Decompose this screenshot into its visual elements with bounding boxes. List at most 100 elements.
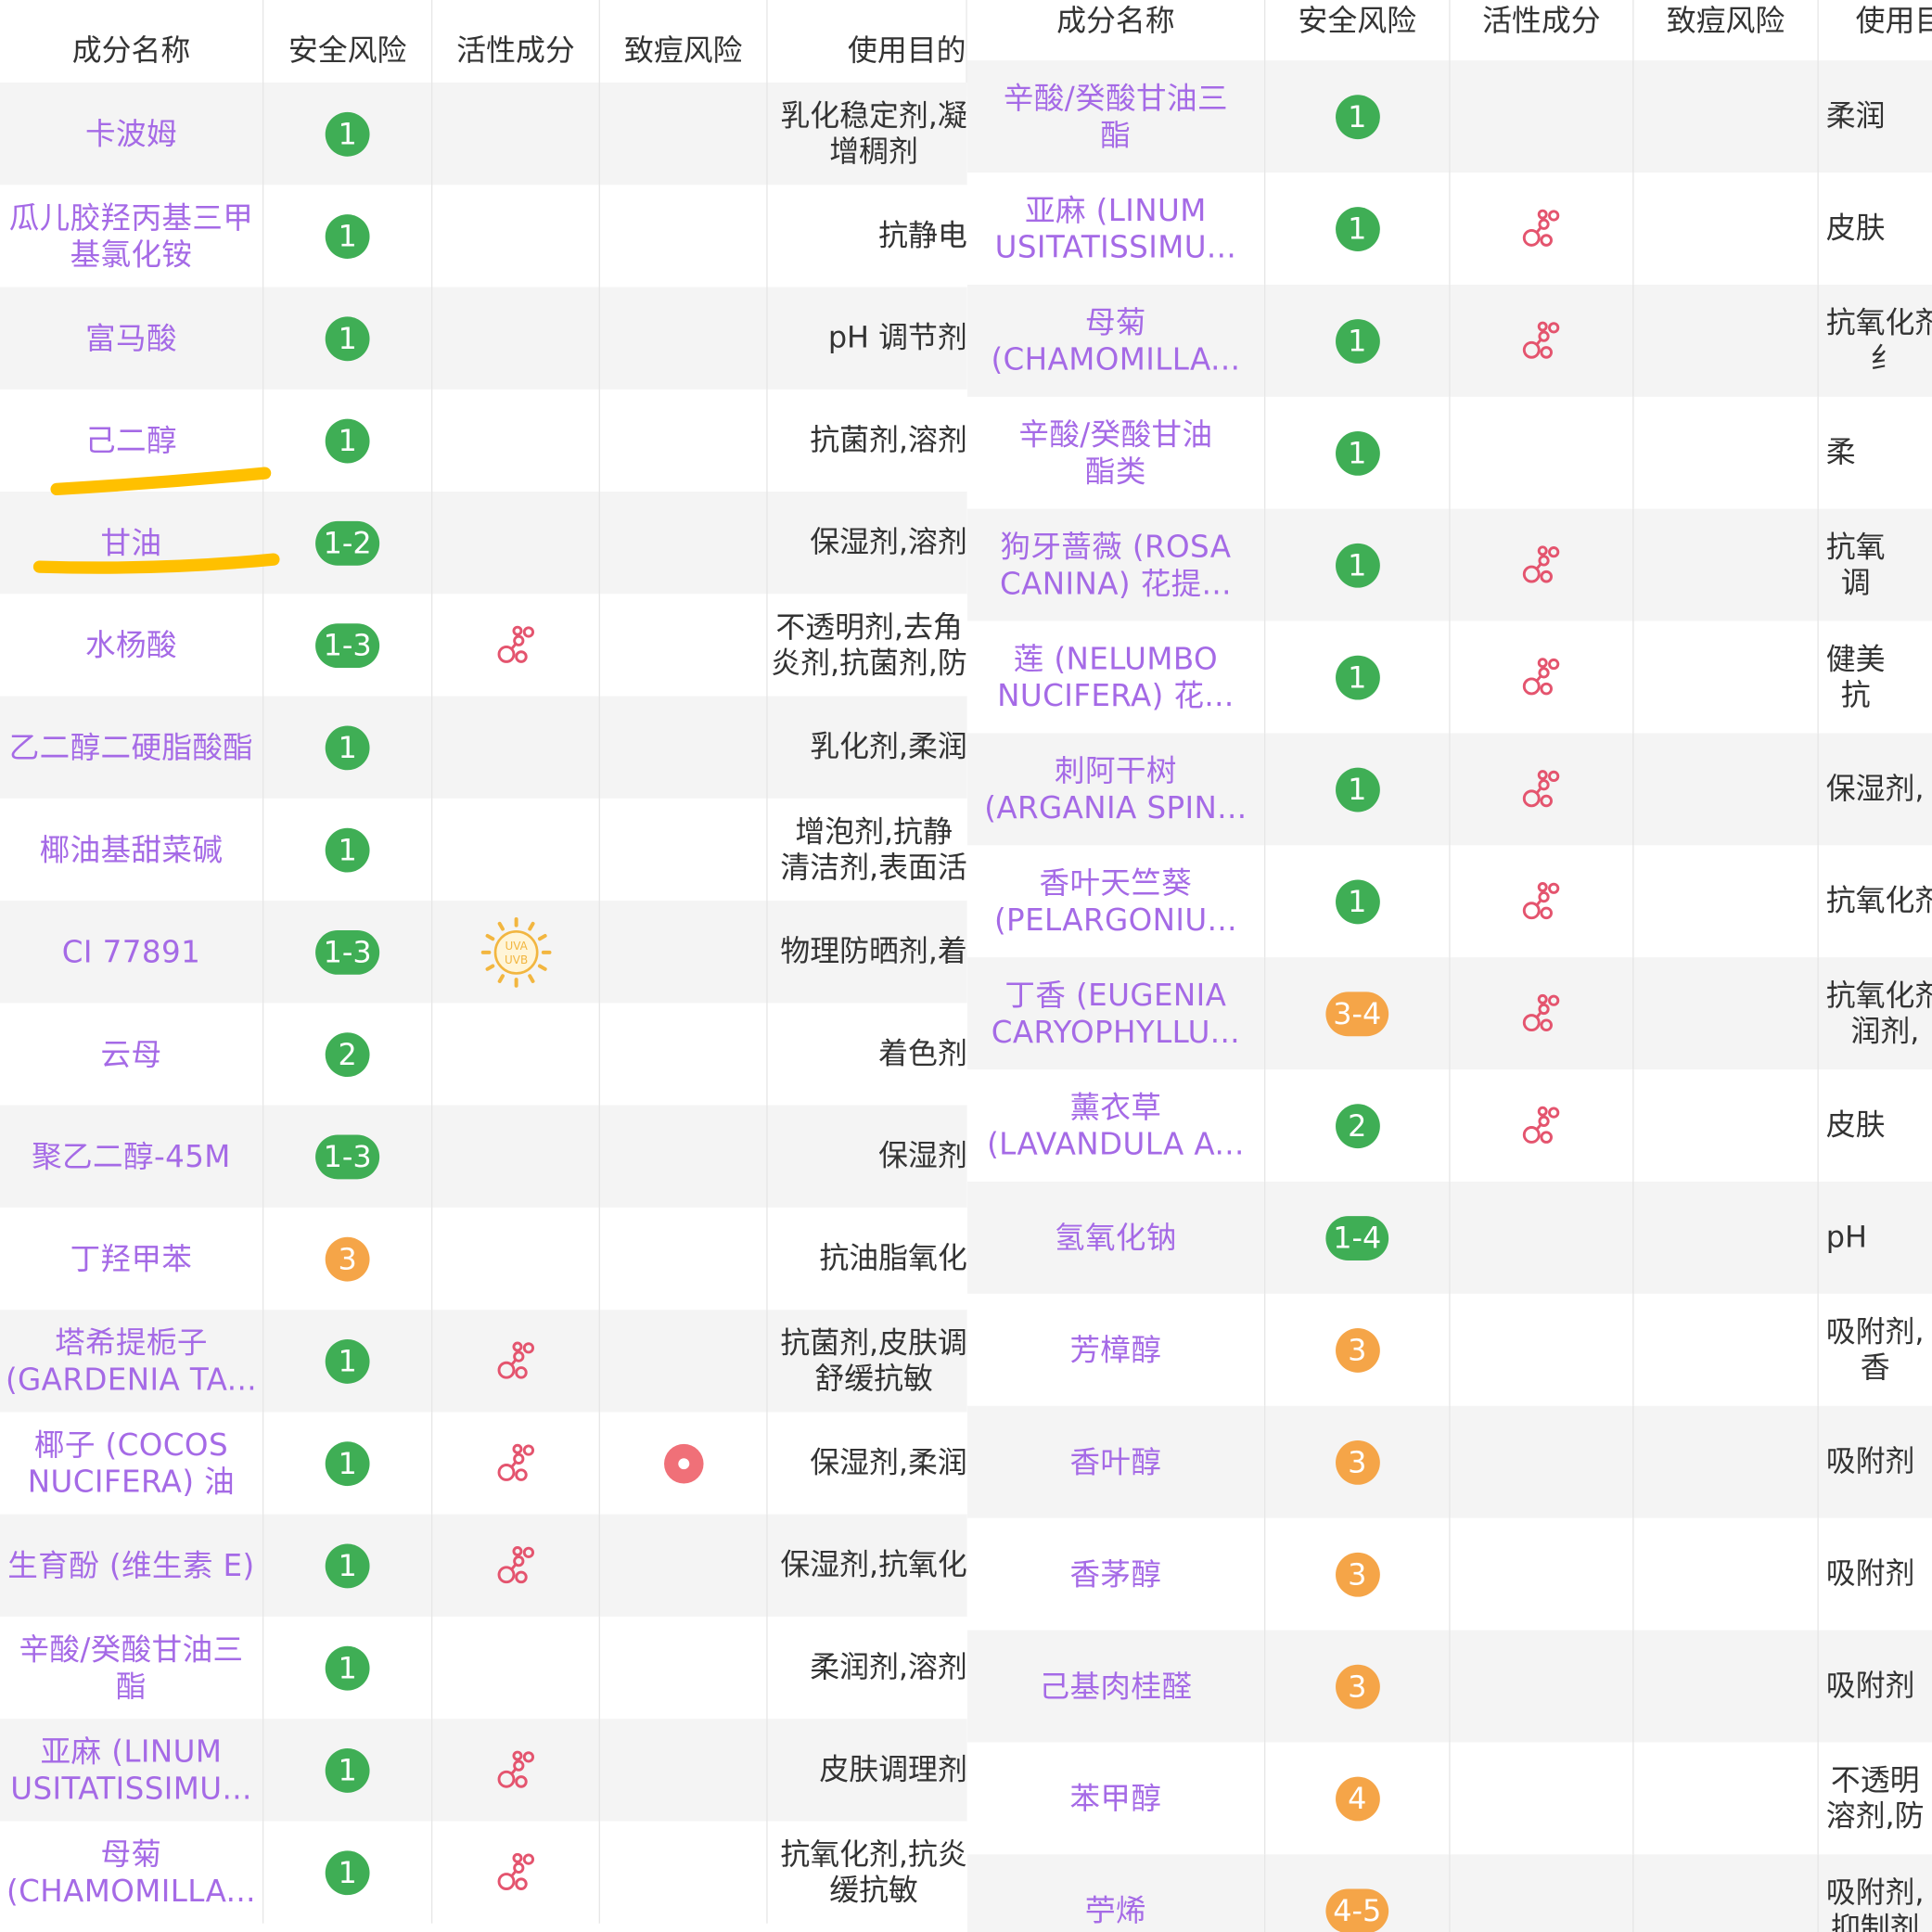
- safety-cell: 1: [1265, 397, 1450, 509]
- ingredient-name-link[interactable]: 苧烯: [1085, 1892, 1146, 1929]
- header-active-ingredient[interactable]: 活性成分: [432, 0, 600, 94]
- table-row[interactable]: 塔希提栀子 (GARDENIA TA...1抗菌剂,皮肤调 舒缓抗敏: [0, 1310, 967, 1412]
- ingredient-name-link[interactable]: 聚乙二醇-45M: [32, 1138, 231, 1175]
- header-purpose[interactable]: 使用目的: [768, 0, 967, 94]
- table-row[interactable]: 香叶天竺葵 (PELARGONIU...1抗氧化剂: [967, 845, 1932, 957]
- header-purpose[interactable]: 使用目的: [1819, 0, 1932, 64]
- table-row[interactable]: 己二醇1抗菌剂,溶剂: [0, 390, 967, 492]
- ingredient-name-link[interactable]: 己基肉桂醛: [1040, 1668, 1193, 1705]
- purpose-cell: 不透明剂,去角 炎剂,抗菌剂,防: [768, 594, 967, 696]
- ingredient-name-link[interactable]: 苯甲醇: [1069, 1780, 1161, 1817]
- header-acne-risk[interactable]: 致痘风险: [600, 0, 768, 94]
- table-row[interactable]: 乙二醇二硬脂酸酯1乳化剂,柔润: [0, 697, 967, 799]
- table-row[interactable]: 亚麻 (LINUM USITATISSIMU...1皮肤: [967, 173, 1932, 285]
- safety-cell: 3: [1265, 1406, 1450, 1518]
- ingredient-name-link[interactable]: 椰油基甜菜碱: [40, 831, 224, 868]
- table-row[interactable]: 氢氧化钠1-4pH: [967, 1182, 1932, 1294]
- ingredient-name-link[interactable]: 丁羟甲苯: [70, 1240, 193, 1277]
- ingredient-name-link[interactable]: 生育酚 (维生素 E): [7, 1547, 254, 1584]
- table-row[interactable]: CI 778911-3UVAUVB物理防晒剂,着: [0, 901, 967, 1003]
- table-row[interactable]: 瓜儿胶羟丙基三甲 基氯化铵1抗静电: [0, 185, 967, 287]
- header-safety-risk[interactable]: 安全风险: [1265, 0, 1450, 64]
- name-cell: 椰子 (COCOS NUCIFERA) 油: [0, 1412, 263, 1514]
- ingredient-name-link[interactable]: 亚麻 (LINUM USITATISSIMU...: [995, 192, 1236, 266]
- safety-cell: 1: [263, 288, 432, 390]
- table-row[interactable]: 己基肉桂醛3吸附剂: [967, 1631, 1932, 1743]
- table-row[interactable]: 丁香 (EUGENIA CARYOPHYLLU...3-4抗氧化剂 润剂,: [967, 957, 1932, 1069]
- table-row[interactable]: 甘油1-2保湿剂,溶剂: [0, 492, 967, 594]
- purpose-text: 抗静电: [878, 218, 967, 254]
- table-row[interactable]: 刺阿干树 (ARGANIA SPIN...1保湿剂,: [967, 733, 1932, 845]
- ingredient-name-link[interactable]: CI 77891: [62, 933, 200, 970]
- ingredient-name-link[interactable]: 甘油: [101, 524, 162, 561]
- header-active-ingredient[interactable]: 活性成分: [1451, 0, 1634, 64]
- table-row[interactable]: 香茅醇3吸附剂: [967, 1518, 1932, 1631]
- table-row[interactable]: 辛酸/癸酸甘油三 酯1柔润剂,溶剂: [0, 1617, 967, 1719]
- table-row[interactable]: 苯甲醇4不透明 溶剂,防: [967, 1742, 1932, 1854]
- safety-risk-badge: 1-3: [316, 1134, 379, 1179]
- purpose-text: 乳化剂,柔润: [810, 729, 967, 765]
- ingredient-name-link[interactable]: 母菊 (CHAMOMILLA...: [6, 1836, 256, 1910]
- ingredient-name-link[interactable]: 己二醇: [85, 422, 177, 459]
- ingredient-name-link[interactable]: 芳樟醇: [1069, 1331, 1161, 1368]
- acne-cell: [1634, 957, 1819, 1069]
- ingredient-name-link[interactable]: 乙二醇二硬脂酸酯: [9, 729, 254, 766]
- table-row[interactable]: 母菊 (CHAMOMILLA...1抗氧化剂 纟: [967, 285, 1932, 397]
- table-row[interactable]: 卡波姆1乳化稳定剂,凝 增稠剂: [0, 83, 967, 185]
- table-row[interactable]: 水杨酸1-3不透明剂,去角 炎剂,抗菌剂,防: [0, 594, 967, 696]
- table-row[interactable]: 丁羟甲苯3抗油脂氧化: [0, 1208, 967, 1310]
- header-name[interactable]: 成分名称: [0, 0, 263, 94]
- table-row[interactable]: 母菊 (CHAMOMILLA...1抗氧化剂,抗炎 缓抗敏: [0, 1821, 967, 1923]
- acne-cell: [600, 1412, 768, 1514]
- ingredient-name-link[interactable]: 香叶醇: [1069, 1443, 1161, 1480]
- table-row[interactable]: 椰子 (COCOS NUCIFERA) 油1保湿剂,柔润: [0, 1412, 967, 1514]
- table-row[interactable]: 亚麻 (LINUM USITATISSIMU...1皮肤调理剂: [0, 1719, 967, 1821]
- name-cell: CI 77891: [0, 901, 263, 1003]
- ingredient-name-link[interactable]: 氢氧化钠: [1055, 1219, 1177, 1256]
- ingredient-name-link[interactable]: 狗牙蔷薇 (ROSA CANINA) 花提...: [1000, 528, 1232, 602]
- ingredient-name-link[interactable]: 辛酸/癸酸甘油三 酯: [1004, 80, 1228, 154]
- active-cell: [432, 799, 600, 901]
- ingredient-name-link[interactable]: 丁香 (EUGENIA CARYOPHYLLU...: [992, 977, 1240, 1051]
- ingredient-name-link[interactable]: 亚麻 (LINUM USITATISSIMU...: [10, 1733, 251, 1807]
- ingredient-name-link[interactable]: 香茅醇: [1069, 1555, 1161, 1593]
- acne-cell: [1634, 509, 1819, 621]
- table-row[interactable]: 芳樟醇3吸附剂, 香: [967, 1294, 1932, 1406]
- ingredient-name-link[interactable]: 香叶天竺葵 (PELARGONIU...: [994, 864, 1237, 939]
- ingredient-name-link[interactable]: 刺阿干树 (ARGANIA SPIN...: [984, 752, 1247, 826]
- header-safety-risk[interactable]: 安全风险: [263, 0, 432, 94]
- table-row[interactable]: 辛酸/癸酸甘油三 酯1柔润: [967, 60, 1932, 173]
- safety-risk-badge: 2: [1335, 1104, 1379, 1148]
- table-row[interactable]: 莲 (NELUMBO NUCIFERA) 花...1健美 抗: [967, 621, 1932, 734]
- ingredient-name-link[interactable]: 富马酸: [85, 320, 177, 357]
- safety-cell: 1: [263, 1412, 432, 1514]
- table-row[interactable]: 富马酸1pH 调节剂: [0, 288, 967, 390]
- table-row[interactable]: 薰衣草 (LAVANDULA A...2皮肤: [967, 1069, 1932, 1182]
- ingredient-name-link[interactable]: 椰子 (COCOS NUCIFERA) 油: [28, 1427, 235, 1501]
- table-row[interactable]: 狗牙蔷薇 (ROSA CANINA) 花提...1抗氧 调: [967, 509, 1932, 621]
- table-row[interactable]: 云母2着色剂: [0, 1003, 967, 1105]
- ingredient-name-link[interactable]: 辛酸/癸酸甘油 酯类: [1018, 416, 1212, 490]
- table-row[interactable]: 聚乙二醇-45M1-3保湿剂: [0, 1106, 967, 1208]
- ingredient-name-link[interactable]: 水杨酸: [85, 627, 177, 664]
- table-row[interactable]: 辛酸/癸酸甘油 酯类1柔: [967, 397, 1932, 509]
- table-row[interactable]: 香叶醇3吸附剂: [967, 1406, 1932, 1518]
- ingredient-name-link[interactable]: 瓜儿胶羟丙基三甲 基氯化铵: [9, 199, 254, 274]
- ingredient-name-link[interactable]: 母菊 (CHAMOMILLA...: [991, 303, 1240, 377]
- ingredient-name-link[interactable]: 塔希提栀子 (GARDENIA TA...: [6, 1324, 257, 1398]
- header-acne-risk[interactable]: 致痘风险: [1634, 0, 1819, 64]
- ingredient-name-link[interactable]: 薰衣草 (LAVANDULA A...: [987, 1089, 1245, 1163]
- active-cell: [1451, 845, 1634, 957]
- active-ingredient-molecule-icon: [494, 1851, 536, 1893]
- active-cell: [432, 1106, 600, 1208]
- ingredient-name-link[interactable]: 莲 (NELUMBO NUCIFERA) 花...: [997, 640, 1235, 714]
- table-row[interactable]: 苧烯4-5吸附剂, 抑制剂: [967, 1854, 1932, 1932]
- header-name[interactable]: 成分名称: [967, 0, 1265, 64]
- ingredient-name-link[interactable]: 云母: [101, 1036, 162, 1073]
- ingredient-name-link[interactable]: 卡波姆: [85, 115, 177, 152]
- name-cell: 富马酸: [0, 288, 263, 390]
- name-cell: 椰油基甜菜碱: [0, 799, 263, 901]
- table-row[interactable]: 椰油基甜菜碱1增泡剂,抗静 清洁剂,表面活: [0, 799, 967, 901]
- table-row[interactable]: 生育酚 (维生素 E)1保湿剂,抗氧化: [0, 1515, 967, 1617]
- ingredient-name-link[interactable]: 辛酸/癸酸甘油三 酯: [19, 1631, 243, 1705]
